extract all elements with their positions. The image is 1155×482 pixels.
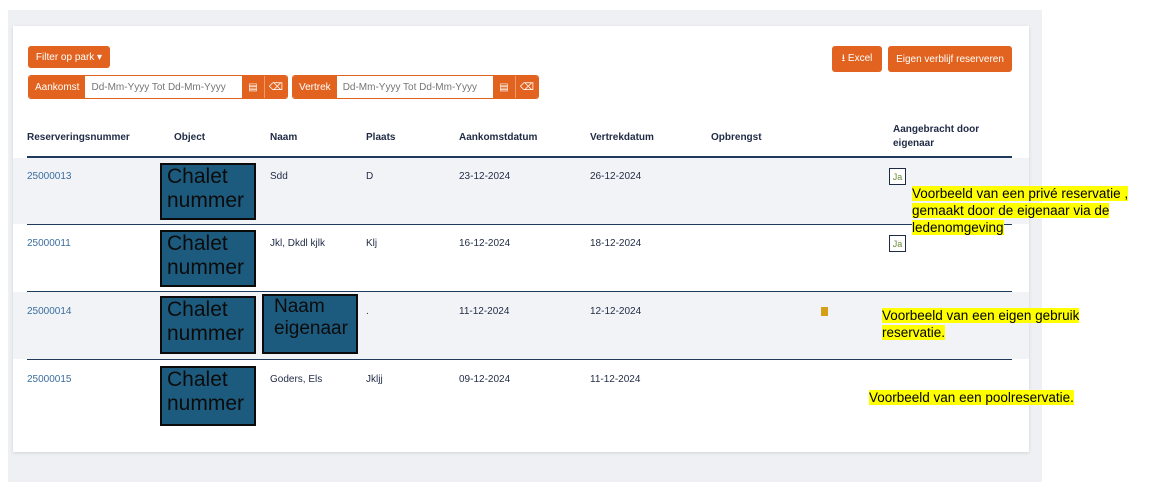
- calendar-icon[interactable]: ▤: [493, 76, 515, 98]
- annotation-text: Voorbeeld van een eigen gebruik: [882, 308, 1080, 323]
- departure-label: Vertrek: [293, 76, 337, 98]
- departure-date-input[interactable]: [336, 76, 493, 98]
- reservation-number-link[interactable]: 25000013: [27, 171, 72, 182]
- object-redaction-box: Chalet nummer: [160, 163, 256, 220]
- reserve-own-stay-button[interactable]: Eigen verblijf reserveren: [888, 46, 1012, 72]
- arrival-date-cell: 11-12-2024: [459, 306, 510, 317]
- filter-park-button[interactable]: Filter op park ▾: [28, 46, 110, 68]
- annotation-text: Voorbeeld van een poolreservatie.: [869, 390, 1074, 405]
- excel-export-button[interactable]: ⭳ Excel: [832, 46, 882, 72]
- annotation-own-use-reservation: Voorbeeld van een eigen gebruik reservat…: [882, 307, 1080, 341]
- calendar-icon[interactable]: ▤: [242, 76, 264, 98]
- object-text-line-1: Chalet: [167, 232, 228, 255]
- column-header-place[interactable]: Plaats: [366, 132, 395, 143]
- object-text-line-1: Chalet: [167, 298, 228, 321]
- annotation-text: ledenomgeving: [912, 220, 1004, 235]
- row-divider: [27, 359, 1012, 360]
- departure-date-filter: Vertrek ▤ ⌫: [292, 75, 539, 99]
- arrival-date-filter: Aankomst ▤ ⌫: [28, 75, 288, 99]
- object-text-line-2: nummer: [167, 189, 245, 212]
- object-text-line-2: nummer: [167, 392, 245, 415]
- object-redaction-box: Chalet nummer: [160, 366, 256, 426]
- arrival-label: Aankomst: [29, 76, 86, 98]
- note-icon[interactable]: [821, 307, 828, 316]
- arrival-date-input[interactable]: [85, 76, 242, 98]
- arrival-date-cell: 16-12-2024: [459, 238, 511, 249]
- name-redaction-box: Naam eigenaar: [262, 294, 358, 354]
- row-divider: [27, 224, 1012, 225]
- column-header-reservation-number[interactable]: Reserveringsnummer: [27, 132, 130, 143]
- column-header-name[interactable]: Naam: [270, 132, 297, 143]
- name-cell: Sdd: [270, 171, 288, 182]
- departure-date-cell: 18-12-2024: [590, 238, 642, 249]
- departure-date-cell: 11-12-2024: [590, 374, 641, 385]
- annotation-text: gemaakt door de eigenaar via de: [912, 203, 1110, 218]
- arrival-date-cell: 23-12-2024: [459, 171, 511, 182]
- place-cell: Jkljj: [366, 374, 383, 385]
- arrival-date-cell: 09-12-2024: [459, 374, 511, 385]
- object-redaction-box: Chalet nummer: [160, 230, 256, 287]
- column-header-object[interactable]: Object: [174, 132, 205, 143]
- clear-icon[interactable]: ⌫: [264, 76, 287, 98]
- name-cell: Goders, Els: [270, 374, 323, 385]
- object-redaction-box: Chalet nummer: [160, 296, 256, 354]
- object-text-line-1: Chalet: [167, 368, 228, 391]
- column-header-departure-date[interactable]: Vertrekdatum: [590, 132, 654, 143]
- annotation-pool-reservation: Voorbeeld van een poolreservatie.: [869, 389, 1074, 406]
- column-header-by-owner-line-1: Aangebracht door: [893, 124, 980, 135]
- departure-date-cell: 12-12-2024: [590, 306, 642, 317]
- place-cell: Klj: [366, 238, 378, 249]
- object-text-line-1: Chalet: [167, 165, 228, 188]
- annotation-text: Voorbeeld van een privé reservatie ,: [912, 186, 1129, 201]
- reservation-number-link[interactable]: 25000014: [27, 306, 72, 317]
- departure-date-cell: 26-12-2024: [590, 171, 642, 182]
- annotation-text: reservatie.: [882, 325, 946, 340]
- name-cell: Jkl, Dkdl kjlk: [270, 238, 326, 249]
- column-header-by-owner[interactable]: Aangebracht door eigenaar: [893, 124, 979, 149]
- clear-icon[interactable]: ⌫: [515, 76, 538, 98]
- object-text-line-2: nummer: [167, 322, 245, 345]
- by-owner-badge: Ja: [889, 235, 906, 252]
- column-header-revenue[interactable]: Opbrengst: [711, 132, 762, 143]
- name-text-line-2: eigenaar: [274, 318, 348, 339]
- reservation-number-link[interactable]: 25000015: [27, 374, 72, 385]
- place-cell: D: [366, 171, 374, 182]
- column-header-arrival-date[interactable]: Aankomstdatum: [459, 132, 537, 143]
- object-text-line-2: nummer: [167, 256, 245, 279]
- by-owner-badge: Ja: [889, 168, 906, 185]
- name-text-line-1: Naam: [274, 296, 325, 317]
- annotation-private-reservation: Voorbeeld van een privé reservatie , gem…: [912, 185, 1129, 236]
- place-cell: .: [366, 306, 369, 317]
- column-header-by-owner-line-2: eigenaar: [893, 138, 935, 149]
- reservation-number-link[interactable]: 25000011: [27, 238, 71, 249]
